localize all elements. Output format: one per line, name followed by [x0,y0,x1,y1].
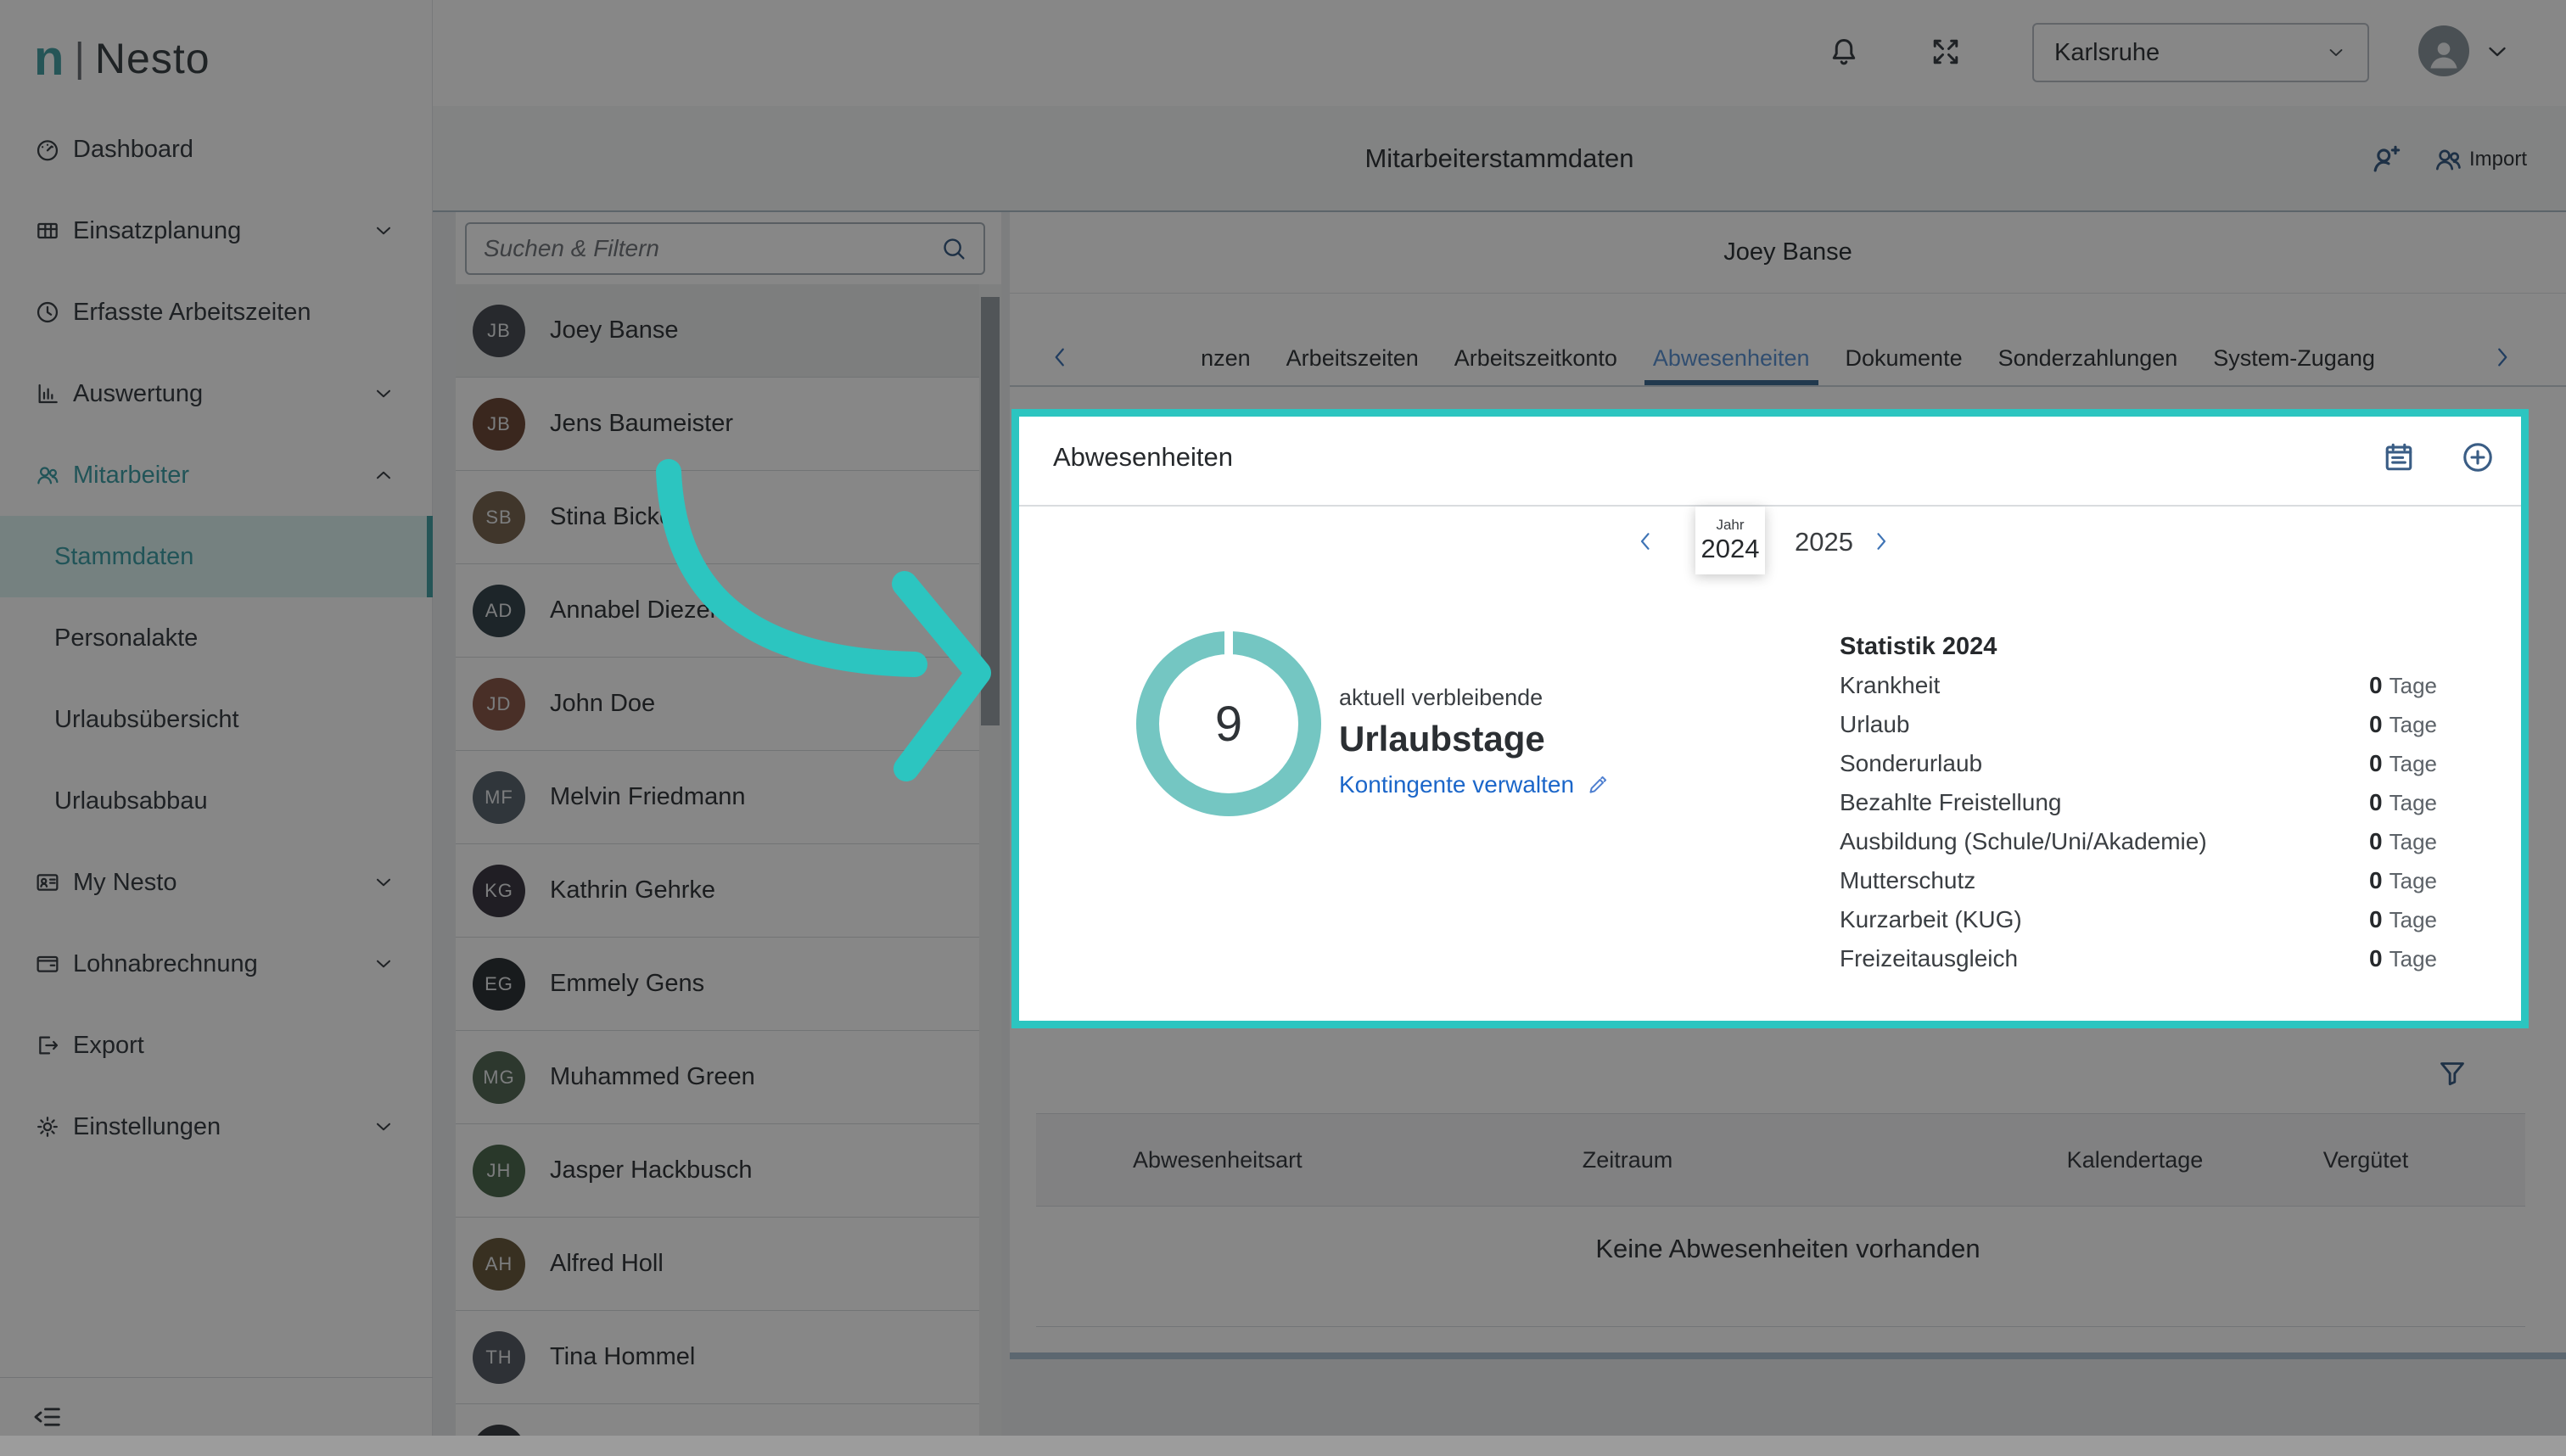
manage-quota-row: Kontingente verwalten [1339,771,1610,798]
statistic-unit: Tage [2390,829,2437,855]
statistic-unit: Tage [2390,712,2437,738]
pencil-icon[interactable] [1586,773,1610,797]
statistic-unit: Tage [2390,751,2437,777]
statistic-label: Urlaub [1840,711,1909,738]
statistic-unit: Tage [2390,946,2437,972]
chevron-left-icon [1633,529,1658,554]
statistic-value: 0 [2369,750,2383,777]
statistic-label: Freizeitausgleich [1840,945,2018,972]
statistic-value: 0 [2369,789,2383,816]
remaining-days-caption: aktuell verbleibende [1339,685,1543,711]
year-label: Jahr [1716,517,1744,534]
bottom-strip [0,1436,2566,1456]
manage-quota-link[interactable]: Kontingente verwalten [1339,771,1574,798]
selected-year: 2024 [1701,534,1760,564]
calendar-note-icon [2380,439,2418,476]
statistic-value: 0 [2369,711,2383,738]
previous-year-button[interactable] [1633,529,1658,554]
statistics-rows: Krankheit 0 Tage Urlaub 0 Tage Sonderurl… [1840,666,2437,978]
plus-circle-icon [2459,439,2496,476]
absence-calendar-button[interactable] [2380,439,2418,476]
year-selected-card[interactable]: Jahr 2024 [1695,507,1765,574]
statistic-row: Bezahlte Freistellung 0 Tage [1840,783,2437,822]
statistic-label: Krankheit [1840,672,1940,699]
statistic-label: Bezahlte Freistellung [1840,789,2061,816]
statistic-value: 0 [2369,672,2383,699]
statistic-unit: Tage [2390,790,2437,816]
statistics-title: Statistik 2024 [1840,627,2437,666]
divider [1019,505,2521,507]
vacation-days-donut: 9 [1136,631,1321,816]
statistic-label: Ausbildung (Schule/Uni/Akademie) [1840,828,2207,855]
statistic-value: 0 [2369,867,2383,894]
statistic-row: Krankheit 0 Tage [1840,666,2437,705]
remaining-days-label: Urlaubstage [1339,719,1545,759]
statistic-value: 0 [2369,945,2383,972]
statistic-label: Sonderurlaub [1840,750,1982,777]
statistic-row: Mutterschutz 0 Tage [1840,861,2437,900]
add-absence-button[interactable] [2459,439,2496,476]
statistic-row: Urlaub 0 Tage [1840,705,2437,744]
statistics-block: Statistik 2024 Krankheit 0 Tage Urlaub 0… [1840,627,2437,978]
statistic-row: Freizeitausgleich 0 Tage [1840,939,2437,978]
statistic-unit: Tage [2390,673,2437,699]
statistic-unit: Tage [2390,907,2437,933]
remaining-days-value: 9 [1136,631,1321,816]
statistic-row: Kurzarbeit (KUG) 0 Tage [1840,900,2437,939]
next-year-button[interactable] [1868,529,1894,554]
statistic-unit: Tage [2390,868,2437,894]
statistic-row: Ausbildung (Schule/Uni/Akademie) 0 Tage [1840,822,2437,861]
statistic-row: Sonderurlaub 0 Tage [1840,744,2437,783]
chevron-right-icon [1868,529,1894,554]
absence-panel-title: Abwesenheiten [1053,417,1233,497]
page: n | Nesto Dashboard Einsatzplanung Erfas… [0,0,2566,1456]
statistic-label: Kurzarbeit (KUG) [1840,906,2022,933]
absence-highlight-panel: Abwesenheiten Jahr 2024 2025 9 aktuell v… [1011,409,2529,1028]
statistic-label: Mutterschutz [1840,867,1975,894]
statistic-value: 0 [2369,906,2383,933]
statistic-value: 0 [2369,828,2383,855]
